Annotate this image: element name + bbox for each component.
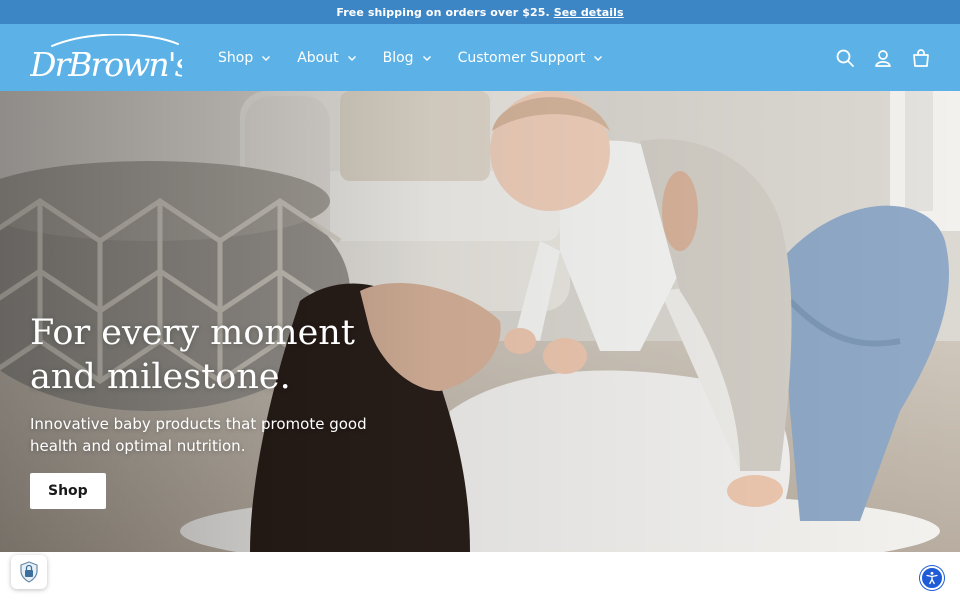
nav-blog[interactable]: Blog [383,50,432,66]
header-actions [818,24,932,91]
hero-shop-button[interactable]: Shop [30,473,106,509]
chevron-down-icon [422,55,431,61]
logo-graphic: DrBrown's [29,33,193,84]
nav-shop[interactable]: Shop [218,50,271,66]
chevron-down-icon [262,55,271,61]
cart-icon [913,48,929,67]
account-button[interactable] [872,47,894,69]
shield-lock-icon [20,561,38,583]
search-icon [836,49,854,67]
chevron-down-icon [347,55,356,61]
logo[interactable]: DrBrown's [29,33,193,84]
security-badge[interactable] [11,555,47,589]
accessibility-button[interactable] [920,566,944,590]
nav-label: About [297,49,339,66]
hero-title: For every moment and milestone. [30,311,410,399]
nav-label: Customer Support [457,49,586,66]
hero-subtitle-line: Innovative baby products that promote go… [30,415,367,433]
accessibility-icon [926,571,938,585]
see-details-link[interactable]: See details [554,6,624,19]
hero-subtitle-line: health and optimal nutrition. [30,437,246,455]
nav-about[interactable]: About [297,50,356,66]
announcement-text: Free shipping on orders over $25. [336,5,550,19]
nav-label: Blog [382,49,414,66]
cart-button[interactable] [910,47,932,69]
hero-content: For every moment and milestone. Innovati… [30,311,410,509]
chevron-down-icon [594,55,603,61]
announcement-bar: Free shipping on orders over $25. See de… [0,0,960,24]
site-header: DrBrown's Shop About Blog Customer Suppo… [0,24,960,91]
nav-label: Shop [218,49,254,66]
hero-subtitle: Innovative baby products that promote go… [30,413,410,457]
hero-title-line: For every moment [30,313,355,353]
account-icon [875,49,891,67]
search-button[interactable] [834,47,856,69]
hero-title-line: and milestone. [30,357,291,397]
logo-wordmark: DrBrown's [30,45,182,80]
hero-banner: For every moment and milestone. Innovati… [0,91,960,552]
nav-customer-support[interactable]: Customer Support [458,50,604,66]
main-nav: Shop About Blog Customer Support [218,24,629,91]
